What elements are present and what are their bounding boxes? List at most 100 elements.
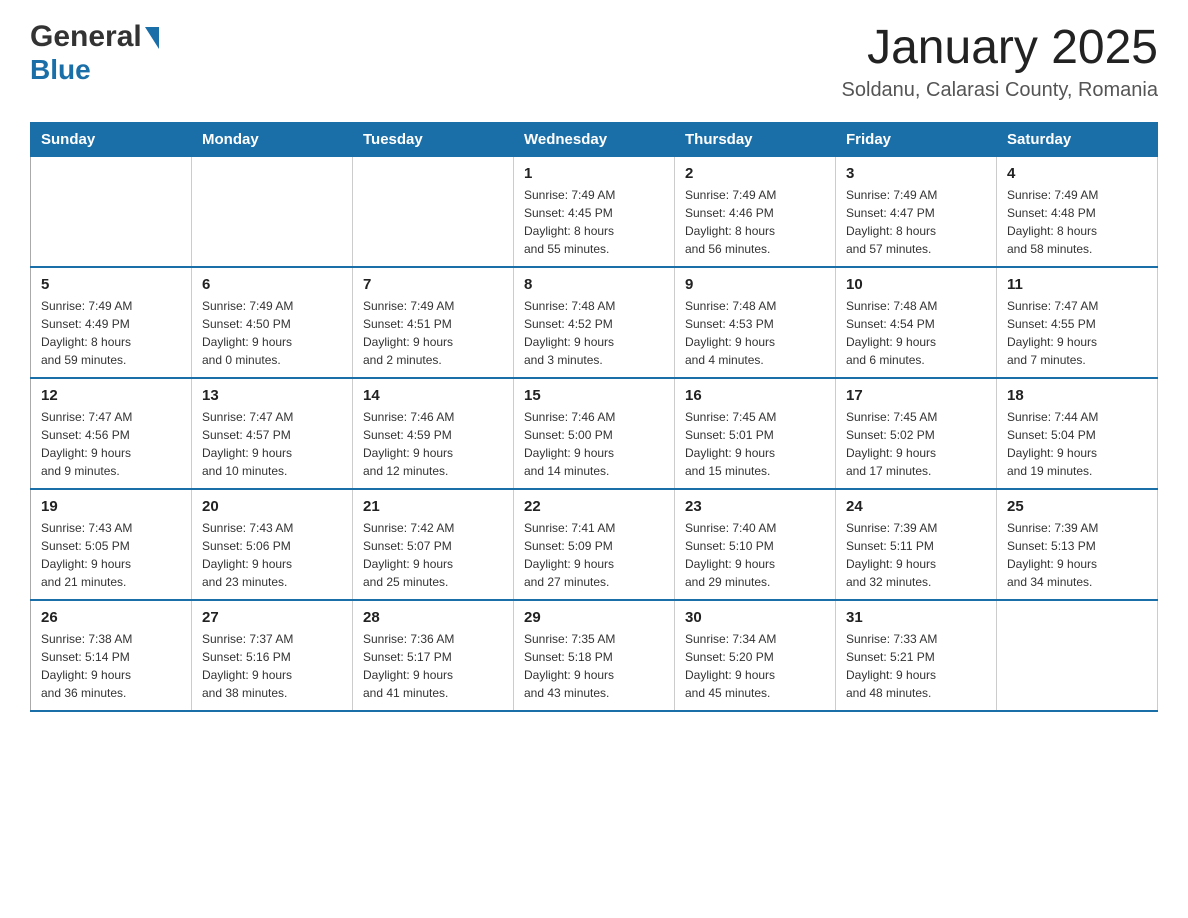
calendar-cell: 19 Sunrise: 7:43 AM Sunset: 5:05 PM Dayli…: [31, 489, 192, 600]
calendar-cell: 21 Sunrise: 7:42 AM Sunset: 5:07 PM Dayli…: [353, 489, 514, 600]
calendar-cell: 17 Sunrise: 7:45 AM Sunset: 5:02 PM Dayli…: [836, 378, 997, 489]
calendar-cell: 20 Sunrise: 7:43 AM Sunset: 5:06 PM Dayli…: [192, 489, 353, 600]
calendar-cell: 5 Sunrise: 7:49 AM Sunset: 4:49 PM Daylig…: [31, 267, 192, 378]
day-number: 11: [1007, 276, 1147, 293]
day-info: Sunrise: 7:39 AM Sunset: 5:13 PM Dayligh…: [1007, 519, 1147, 591]
day-info: Sunrise: 7:49 AM Sunset: 4:49 PM Dayligh…: [41, 297, 181, 369]
calendar-cell: 29 Sunrise: 7:35 AM Sunset: 5:18 PM Dayli…: [514, 600, 675, 711]
day-info: Sunrise: 7:36 AM Sunset: 5:17 PM Dayligh…: [363, 630, 503, 702]
day-info: Sunrise: 7:48 AM Sunset: 4:52 PM Dayligh…: [524, 297, 664, 369]
logo-blue-text: Blue: [30, 54, 159, 86]
day-number: 14: [363, 387, 503, 404]
calendar-cell: 12 Sunrise: 7:47 AM Sunset: 4:56 PM Dayli…: [31, 378, 192, 489]
day-number: 17: [846, 387, 986, 404]
calendar-subtitle: Soldanu, Calarasi County, Romania: [842, 79, 1158, 102]
calendar-cell: 9 Sunrise: 7:48 AM Sunset: 4:53 PM Daylig…: [675, 267, 836, 378]
day-number: 28: [363, 609, 503, 626]
day-info: Sunrise: 7:43 AM Sunset: 5:06 PM Dayligh…: [202, 519, 342, 591]
day-info: Sunrise: 7:42 AM Sunset: 5:07 PM Dayligh…: [363, 519, 503, 591]
calendar-cell: 26Sunrise: 7:38 AM Sunset: 5:14 PM Dayli…: [31, 600, 192, 711]
header-day-saturday: Saturday: [997, 123, 1158, 157]
calendar-cell: 27Sunrise: 7:37 AM Sunset: 5:16 PM Dayli…: [192, 600, 353, 711]
calendar-cell: 24 Sunrise: 7:39 AM Sunset: 5:11 PM Dayli…: [836, 489, 997, 600]
logo: General Blue: [30, 20, 159, 86]
day-info: Sunrise: 7:49 AM Sunset: 4:50 PM Dayligh…: [202, 297, 342, 369]
header-day-monday: Monday: [192, 123, 353, 157]
calendar-cell: [997, 600, 1158, 711]
day-info: Sunrise: 7:49 AM Sunset: 4:48 PM Dayligh…: [1007, 186, 1147, 258]
calendar-cell: 14 Sunrise: 7:46 AM Sunset: 4:59 PM Dayli…: [353, 378, 514, 489]
title-area: January 2025 Soldanu, Calarasi County, R…: [842, 20, 1158, 102]
calendar-cell: 13 Sunrise: 7:47 AM Sunset: 4:57 PM Dayli…: [192, 378, 353, 489]
day-info: Sunrise: 7:39 AM Sunset: 5:11 PM Dayligh…: [846, 519, 986, 591]
day-number: 22: [524, 498, 664, 515]
day-info: Sunrise: 7:47 AM Sunset: 4:55 PM Dayligh…: [1007, 297, 1147, 369]
day-info: Sunrise: 7:43 AM Sunset: 5:05 PM Dayligh…: [41, 519, 181, 591]
calendar-body: 1 Sunrise: 7:49 AM Sunset: 4:45 PM Daylig…: [31, 157, 1158, 712]
day-number: 19: [41, 498, 181, 515]
day-info: Sunrise: 7:45 AM Sunset: 5:01 PM Dayligh…: [685, 408, 825, 480]
calendar-table: SundayMondayTuesdayWednesdayThursdayFrid…: [30, 122, 1158, 712]
day-number: 1: [524, 165, 664, 182]
day-number: 18: [1007, 387, 1147, 404]
day-info: Sunrise: 7:47 AM Sunset: 4:57 PM Dayligh…: [202, 408, 342, 480]
calendar-cell: 4Sunrise: 7:49 AM Sunset: 4:48 PM Daylig…: [997, 157, 1158, 268]
calendar-cell: 31Sunrise: 7:33 AM Sunset: 5:21 PM Dayli…: [836, 600, 997, 711]
day-number: 6: [202, 276, 342, 293]
day-number: 7: [363, 276, 503, 293]
header-row: SundayMondayTuesdayWednesdayThursdayFrid…: [31, 123, 1158, 157]
day-number: 27: [202, 609, 342, 626]
day-info: Sunrise: 7:45 AM Sunset: 5:02 PM Dayligh…: [846, 408, 986, 480]
header-day-thursday: Thursday: [675, 123, 836, 157]
calendar-cell: 22 Sunrise: 7:41 AM Sunset: 5:09 PM Dayli…: [514, 489, 675, 600]
calendar-cell: 30Sunrise: 7:34 AM Sunset: 5:20 PM Dayli…: [675, 600, 836, 711]
day-info: Sunrise: 7:46 AM Sunset: 4:59 PM Dayligh…: [363, 408, 503, 480]
calendar-cell: [31, 157, 192, 268]
calendar-cell: 25Sunrise: 7:39 AM Sunset: 5:13 PM Dayli…: [997, 489, 1158, 600]
day-number: 16: [685, 387, 825, 404]
calendar-cell: 6 Sunrise: 7:49 AM Sunset: 4:50 PM Daylig…: [192, 267, 353, 378]
day-info: Sunrise: 7:49 AM Sunset: 4:51 PM Dayligh…: [363, 297, 503, 369]
day-info: Sunrise: 7:44 AM Sunset: 5:04 PM Dayligh…: [1007, 408, 1147, 480]
calendar-cell: 3 Sunrise: 7:49 AM Sunset: 4:47 PM Daylig…: [836, 157, 997, 268]
day-info: Sunrise: 7:48 AM Sunset: 4:53 PM Dayligh…: [685, 297, 825, 369]
day-info: Sunrise: 7:47 AM Sunset: 4:56 PM Dayligh…: [41, 408, 181, 480]
week-row-4: 19 Sunrise: 7:43 AM Sunset: 5:05 PM Dayli…: [31, 489, 1158, 600]
calendar-cell: 7 Sunrise: 7:49 AM Sunset: 4:51 PM Daylig…: [353, 267, 514, 378]
day-number: 12: [41, 387, 181, 404]
day-info: Sunrise: 7:34 AM Sunset: 5:20 PM Dayligh…: [685, 630, 825, 702]
calendar-cell: 15Sunrise: 7:46 AM Sunset: 5:00 PM Dayli…: [514, 378, 675, 489]
calendar-header: SundayMondayTuesdayWednesdayThursdayFrid…: [31, 123, 1158, 157]
day-info: Sunrise: 7:40 AM Sunset: 5:10 PM Dayligh…: [685, 519, 825, 591]
day-number: 23: [685, 498, 825, 515]
day-number: 31: [846, 609, 986, 626]
calendar-cell: 11 Sunrise: 7:47 AM Sunset: 4:55 PM Dayli…: [997, 267, 1158, 378]
day-number: 24: [846, 498, 986, 515]
day-number: 10: [846, 276, 986, 293]
header-day-sunday: Sunday: [31, 123, 192, 157]
day-number: 29: [524, 609, 664, 626]
week-row-5: 26Sunrise: 7:38 AM Sunset: 5:14 PM Dayli…: [31, 600, 1158, 711]
header-day-wednesday: Wednesday: [514, 123, 675, 157]
day-number: 5: [41, 276, 181, 293]
day-number: 2: [685, 165, 825, 182]
day-number: 21: [363, 498, 503, 515]
day-number: 20: [202, 498, 342, 515]
week-row-1: 1 Sunrise: 7:49 AM Sunset: 4:45 PM Daylig…: [31, 157, 1158, 268]
day-number: 8: [524, 276, 664, 293]
day-info: Sunrise: 7:49 AM Sunset: 4:45 PM Dayligh…: [524, 186, 664, 258]
header-day-friday: Friday: [836, 123, 997, 157]
day-info: Sunrise: 7:35 AM Sunset: 5:18 PM Dayligh…: [524, 630, 664, 702]
day-info: Sunrise: 7:38 AM Sunset: 5:14 PM Dayligh…: [41, 630, 181, 702]
calendar-cell: [192, 157, 353, 268]
day-info: Sunrise: 7:41 AM Sunset: 5:09 PM Dayligh…: [524, 519, 664, 591]
calendar-cell: [353, 157, 514, 268]
day-number: 13: [202, 387, 342, 404]
calendar-cell: 1 Sunrise: 7:49 AM Sunset: 4:45 PM Daylig…: [514, 157, 675, 268]
day-number: 9: [685, 276, 825, 293]
calendar-cell: 8 Sunrise: 7:48 AM Sunset: 4:52 PM Daylig…: [514, 267, 675, 378]
day-info: Sunrise: 7:49 AM Sunset: 4:47 PM Dayligh…: [846, 186, 986, 258]
day-number: 15: [524, 387, 664, 404]
logo-triangle-icon: [145, 27, 159, 49]
day-number: 3: [846, 165, 986, 182]
